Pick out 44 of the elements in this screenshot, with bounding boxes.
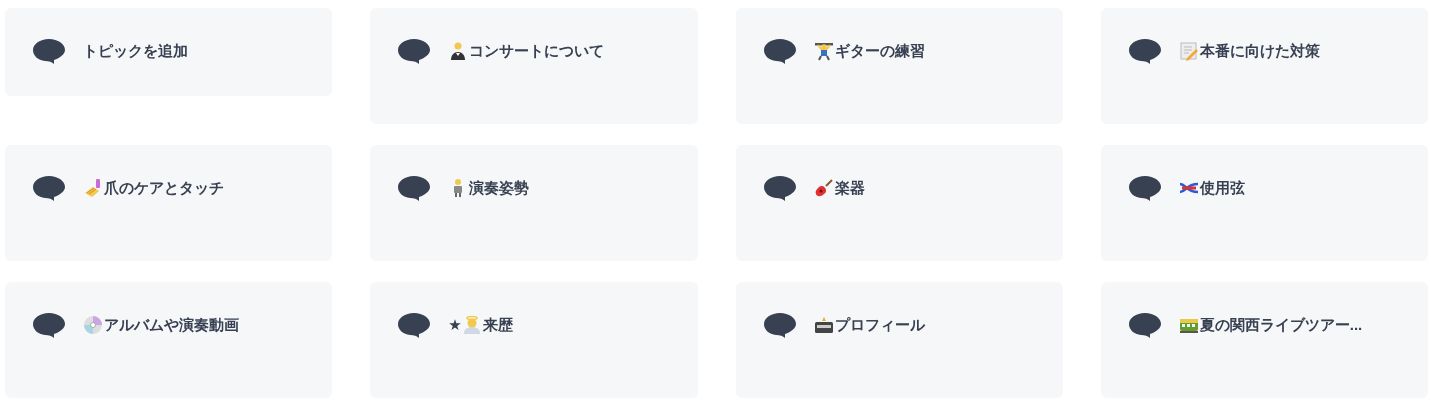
topic-title: アルバムや演奏動画 — [104, 315, 239, 335]
disc-icon — [83, 315, 103, 336]
speech-bubble-icon — [398, 39, 431, 64]
case-icon — [813, 315, 834, 336]
topic-title: ギターの練習 — [834, 41, 925, 61]
speech-bubble-icon — [763, 39, 796, 64]
topic-title: コンサートについて — [469, 41, 605, 61]
topic-card[interactable]: 夏の関西ライブツアー... — [1100, 282, 1428, 398]
topic-card[interactable]: 本番に向けた対策 — [1100, 8, 1428, 124]
topic-title: 使用弦 — [1199, 178, 1245, 198]
speech-bubble-icon — [398, 313, 431, 338]
topic-title: 演奏姿勢 — [469, 178, 530, 198]
topic-title: プロフィール — [834, 315, 925, 335]
topic-card[interactable]: コンサートについて — [370, 8, 698, 124]
speech-bubble-icon — [33, 176, 65, 201]
speech-bubble-icon — [33, 39, 65, 64]
memo-icon — [1178, 41, 1199, 62]
star-mark: ★ — [448, 315, 462, 336]
angel-icon — [461, 315, 482, 336]
topic-title: 夏の関西ライブツアー... — [1199, 315, 1363, 335]
guitar-icon — [813, 178, 834, 199]
topic-title: 来歴 — [482, 315, 513, 335]
speech-bubble-icon — [33, 313, 65, 338]
speech-bubble-icon — [1128, 39, 1161, 64]
topic-title: 楽器 — [834, 178, 865, 198]
speech-bubble-icon — [763, 313, 796, 338]
add-topic-card[interactable]: トピックを追加 — [5, 8, 333, 96]
topic-card[interactable]: プロフィール — [735, 282, 1063, 398]
speech-bubble-icon — [1128, 176, 1161, 201]
speech-bubble-icon — [1128, 313, 1161, 338]
topic-card[interactable]: アルバムや演奏動画 — [5, 282, 333, 398]
topic-card[interactable]: ★ 来歴 — [370, 282, 698, 398]
speech-bubble-icon — [398, 176, 431, 201]
topic-title: トピックを追加 — [83, 41, 188, 61]
topic-title: 爪のケアとタッチ — [104, 178, 224, 198]
speech-bubble-icon — [763, 176, 796, 201]
topic-card[interactable]: 楽器 — [735, 145, 1063, 261]
topic-card[interactable]: 演奏姿勢 — [370, 145, 698, 261]
figure-icon — [813, 41, 834, 62]
topic-title: 本番に向けた対策 — [1199, 41, 1320, 61]
nail-polish-icon — [83, 178, 103, 199]
topic-card[interactable]: 爪のケアとタッチ — [5, 145, 333, 261]
topic-card[interactable]: ギターの練習 — [735, 8, 1063, 124]
topic-card[interactable]: 使用弦 — [1100, 145, 1428, 261]
